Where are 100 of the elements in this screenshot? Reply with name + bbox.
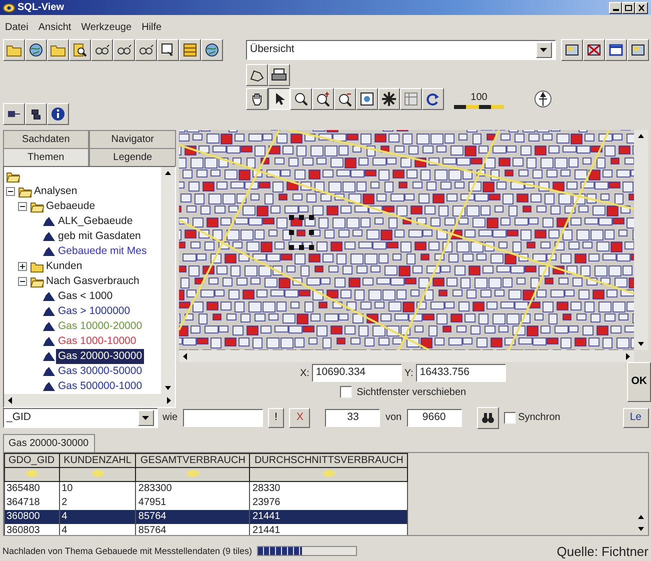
tree-item[interactable]: Analysen — [32, 184, 80, 200]
globe-icon — [204, 42, 220, 58]
tree-item[interactable]: Gebauede mit Mes — [56, 244, 149, 260]
tool-button[interactable] — [268, 88, 290, 110]
minimize-button[interactable] — [609, 2, 622, 14]
tree-item[interactable]: Gas < 1000 — [56, 288, 115, 304]
menu-item[interactable]: Ansicht — [33, 18, 76, 36]
info-icon — [50, 106, 66, 122]
table-cell: 21441 — [250, 524, 408, 534]
layer-icon — [42, 306, 56, 317]
value-field[interactable] — [182, 408, 263, 426]
table-cell: 85764 — [136, 524, 250, 534]
tree-item[interactable]: Gas 30000-50000 — [56, 364, 144, 380]
folder-icon — [30, 260, 44, 272]
grid-icon — [182, 42, 198, 58]
column-header[interactable]: GESAMTVERBRAUCH — [136, 453, 250, 467]
layer-icon — [42, 216, 56, 227]
sort-marker-icon[interactable] — [92, 470, 104, 476]
window-title: SQL-View — [18, 1, 64, 15]
close-icon — [637, 4, 646, 12]
column-header[interactable]: GDO_GID — [4, 453, 60, 467]
checkbox-label: Sichtfenster verschieben — [356, 386, 466, 400]
panel-tab[interactable]: Navigator — [89, 130, 176, 148]
table-cell: 4 — [59, 524, 136, 534]
total-field[interactable]: 9660 — [406, 408, 462, 426]
tree-item[interactable]: ALK_Gebaeude — [56, 214, 135, 230]
clear-button[interactable]: X — [289, 408, 310, 428]
panel-tab[interactable]: Themen — [2, 148, 90, 166]
redo-icon — [425, 91, 441, 107]
field-dropdown[interactable]: _GID — [2, 408, 158, 428]
search-icon — [72, 42, 88, 58]
tree-item[interactable]: geb mit Gasdaten — [56, 228, 143, 244]
maximize-icon — [624, 4, 633, 12]
scrollbar[interactable] — [161, 166, 175, 394]
sort-marker-icon[interactable] — [26, 470, 38, 476]
layer-icon — [42, 321, 56, 332]
menu-item[interactable]: Werkzeuge — [76, 18, 137, 36]
scrollbar[interactable] — [178, 350, 634, 362]
table-cell: 360800 — [4, 510, 60, 524]
sort-marker-icon[interactable] — [322, 470, 335, 476]
tree-item[interactable]: Gas 20000-30000 — [56, 348, 144, 364]
layer-icon — [42, 351, 56, 362]
run-button[interactable]: ! — [268, 408, 284, 428]
tree-item[interactable]: Gas > 1000000 — [56, 304, 132, 320]
tree-item[interactable]: Kunden — [44, 258, 84, 274]
column-header[interactable]: DURCHSCHNITTSVERBRAUCH — [250, 453, 408, 467]
panel-tab[interactable]: Sachdaten — [2, 130, 90, 148]
caption: Quelle: Fichtner — [556, 542, 648, 560]
y-field[interactable]: 16433.756 — [416, 364, 506, 382]
result-tab[interactable]: Gas 20000-30000 — [2, 434, 95, 452]
x-field[interactable]: 10690.334 — [312, 364, 402, 382]
table-cell: 283300 — [136, 481, 250, 496]
of-label: von — [385, 411, 402, 425]
menu-item[interactable]: Datei — [0, 18, 34, 36]
caret-icon — [142, 416, 149, 420]
expander-icon[interactable] — [18, 262, 27, 271]
tree-item[interactable]: Gas 500000-1000 — [56, 378, 144, 394]
table-cell: 365480 — [4, 481, 60, 496]
caret-icon — [540, 48, 547, 52]
zoom-out-icon — [337, 91, 353, 107]
checkbox[interactable] — [340, 386, 352, 398]
tree-item[interactable]: Gas 1000-10000 — [56, 334, 138, 350]
record-field[interactable]: 33 — [325, 408, 380, 426]
cut-off-button[interactable]: Le — [622, 408, 648, 428]
scrollbar[interactable] — [4, 394, 175, 407]
picture-icon — [564, 42, 580, 58]
checkbox-label: Synchron — [518, 411, 560, 425]
zoom-in-icon — [315, 91, 331, 107]
tree-item[interactable]: Nach Gasverbrauch — [44, 274, 142, 290]
maximize-button[interactable] — [622, 2, 635, 14]
table-row[interactable]: 360800 4 85764 21441 — [4, 510, 408, 524]
star-icon — [381, 91, 397, 107]
y-label: Y: — [404, 366, 414, 380]
checkbox[interactable] — [504, 412, 516, 424]
view-dropdown[interactable]: Übersicht — [246, 40, 556, 60]
x-label: X: — [300, 366, 310, 380]
table-cell: 85764 — [136, 510, 250, 524]
expander-icon[interactable] — [6, 187, 15, 196]
column-header[interactable]: KUNDENZAHL — [59, 453, 136, 467]
table-row[interactable]: 360803 4 85764 21441 — [4, 524, 408, 534]
scale-bar — [454, 104, 504, 108]
expander-icon[interactable] — [18, 202, 27, 211]
scrollbar[interactable] — [634, 130, 648, 350]
blank-window-icon — [608, 42, 624, 58]
expander-icon[interactable] — [18, 277, 27, 286]
app-icon — [3, 2, 15, 12]
menu-item[interactable]: Hilfe — [136, 18, 167, 36]
full-extent-icon — [359, 91, 375, 107]
scale-label: 100 — [470, 90, 488, 104]
ok-button[interactable]: OK — [627, 362, 651, 402]
open-folder-icon — [30, 276, 44, 288]
tree-item[interactable]: Gebaeude — [44, 198, 98, 214]
panel-tab[interactable]: Legende — [89, 148, 176, 166]
open-folder-icon — [18, 186, 32, 198]
table-cell: 28330 — [250, 481, 408, 496]
layer-icon — [42, 246, 56, 257]
table-row[interactable]: 365480 10 283300 28330 — [4, 481, 408, 496]
sort-marker-icon[interactable] — [186, 470, 199, 476]
table-cell: 360803 — [4, 524, 60, 534]
close-button[interactable] — [635, 2, 648, 14]
